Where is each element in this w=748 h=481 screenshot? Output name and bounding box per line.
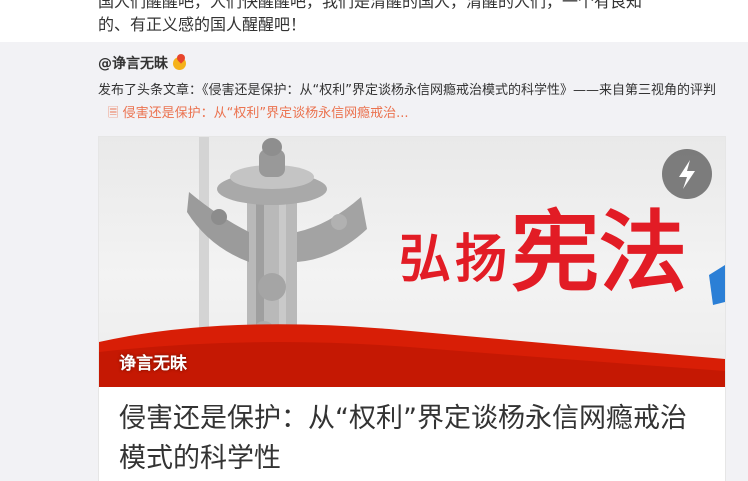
image-watermark: 诤言无昧	[119, 354, 187, 374]
lightning-icon[interactable]	[662, 149, 712, 199]
article-title[interactable]: 侵害还是保护：从“权利”界定谈杨永信网瘾戒治模式的科学性	[119, 399, 709, 479]
repost-text: 发布了头条文章：《侵害还是保护：从“权利”界定谈杨永信网瘾戒治模式的科学性》——…	[98, 83, 716, 98]
article-icon[interactable]: 🗏	[108, 106, 118, 121]
author-name[interactable]: @诤言无昧	[98, 56, 168, 72]
post-text-line: 的、有正义感的国人醒醒吧！	[98, 15, 307, 34]
article-cover-image[interactable]: 弘扬宪法 诤言无昧	[99, 137, 725, 387]
article-link[interactable]: 侵害还是保护：从“权利”界定谈杨永信网瘾戒治...	[123, 106, 409, 121]
repost-description: 发布了头条文章：《侵害还是保护：从“权利”界定谈杨永信网瘾戒治模式的科学性》——…	[98, 79, 728, 125]
slogan-big-text: 宪法	[511, 201, 688, 304]
cover-slogan: 弘扬宪法	[399, 182, 687, 309]
repost-author[interactable]: @诤言无昧	[98, 52, 188, 73]
red-flag-icon	[99, 324, 725, 387]
article-card[interactable]: 弘扬宪法 诤言无昧 侵害还是保护：从“权利”界定谈杨永信网瘾戒治模式的科学性	[98, 136, 726, 481]
slogan-small-text: 弘扬	[399, 230, 512, 290]
previous-post: 国人们醒醒吧，人们快醒醒吧，我们是清醒的国人，清醒的人们，一个有良知 的、有正义…	[0, 0, 748, 42]
fire-emoji-icon	[172, 52, 188, 70]
